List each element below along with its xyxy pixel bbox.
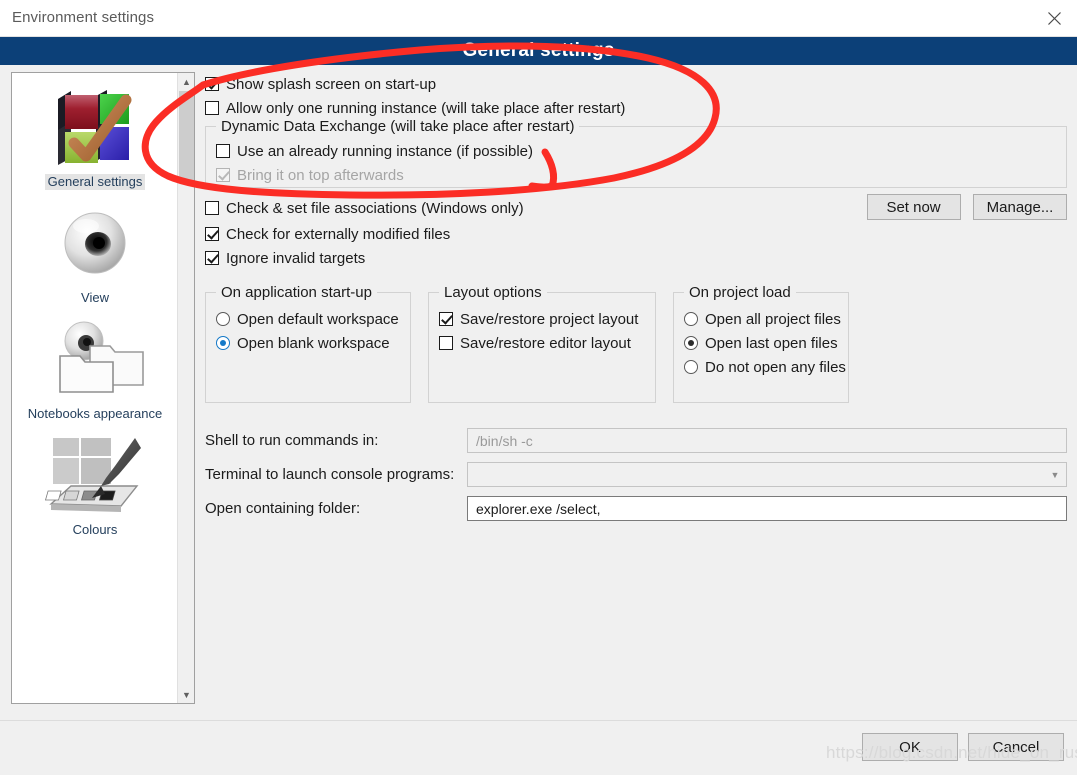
shell-command-input[interactable]: /bin/sh -c	[467, 428, 1067, 453]
radio-label: Do not open any files	[705, 358, 846, 376]
checkbox-save-restore-editor-layout[interactable]: Save/restore editor layout	[439, 331, 655, 355]
dialog-footer: OK Cancel	[0, 720, 1077, 775]
command-fields: Shell to run commands in: /bin/sh -c Ter…	[205, 428, 1067, 521]
checkbox-label: Check for externally modified files	[226, 225, 451, 243]
close-icon[interactable]	[1031, 0, 1077, 36]
option-groups: On application start-up Open default wor…	[205, 284, 1067, 403]
checkbox-box	[216, 168, 230, 182]
chevron-down-icon[interactable]: ▼	[178, 686, 194, 703]
radio-button[interactable]	[684, 312, 698, 326]
checkbox-label: Ignore invalid targets	[226, 249, 366, 267]
on-project-load-group: On project load Open all project files O…	[673, 284, 849, 403]
field-row-shell: Shell to run commands in: /bin/sh -c	[205, 428, 1067, 453]
radio-label: Open last open files	[705, 334, 838, 352]
checkbox-box[interactable]	[205, 227, 219, 241]
field-label: Terminal to launch console programs:	[205, 466, 455, 483]
group-title: Layout options	[439, 284, 547, 301]
checkbox-show-splash-screen[interactable]: Show splash screen on start-up	[205, 72, 1067, 96]
layout-options-group: Layout options Save/restore project layo…	[428, 284, 656, 403]
dialog-body: General settings View Notebooks appearan…	[0, 65, 1077, 720]
checkbox-check-externally-modified[interactable]: Check for externally modified files	[205, 222, 1067, 246]
sidebar-item-label: Colours	[72, 522, 118, 537]
radio-open-last-open-files[interactable]: Open last open files	[684, 331, 848, 355]
radio-button[interactable]	[216, 336, 230, 350]
paint-palette-brush-icon	[12, 429, 178, 521]
checkbox-label: Check & set file associations (Windows o…	[226, 199, 524, 217]
folders-eye-icon	[12, 313, 178, 405]
sidebar-item-label: General settings	[44, 174, 146, 190]
field-label: Shell to run commands in:	[205, 432, 379, 449]
checkbox-box[interactable]	[205, 77, 219, 91]
file-association-buttons: Set now Manage...	[859, 194, 1067, 220]
checkbox-label: Show splash screen on start-up	[226, 75, 437, 93]
checkbox-use-running-instance[interactable]: Use an already running instance (if poss…	[216, 139, 1066, 163]
checkbox-save-restore-project-layout[interactable]: Save/restore project layout	[439, 307, 655, 331]
on-application-startup-group: On application start-up Open default wor…	[205, 284, 411, 403]
checkbox-label: Save/restore project layout	[460, 310, 639, 328]
field-row-terminal: Terminal to launch console programs: ▼	[205, 462, 1067, 487]
file-associations-row: Check & set file associations (Windows o…	[205, 194, 1067, 222]
radio-button[interactable]	[216, 312, 230, 326]
radio-do-not-open-any-files[interactable]: Do not open any files	[684, 355, 848, 379]
checkbox-label: Bring it on top afterwards	[237, 166, 404, 184]
page-title: General settings	[462, 40, 615, 61]
checkbox-label: Save/restore editor layout	[460, 334, 631, 352]
radio-label: Open all project files	[705, 310, 841, 328]
checkbox-box[interactable]	[216, 144, 230, 158]
terminal-combo-input[interactable]: ▼	[467, 462, 1067, 487]
checkbox-label: Use an already running instance (if poss…	[237, 142, 533, 160]
chevron-down-icon[interactable]: ▼	[1044, 463, 1066, 486]
checkbox-bring-on-top: Bring it on top afterwards	[216, 163, 1066, 187]
group-title: On application start-up	[216, 284, 377, 301]
sidebar-item-general-settings[interactable]: General settings	[12, 81, 178, 191]
open-containing-folder-input[interactable]: explorer.exe /select,	[467, 496, 1067, 521]
general-settings-panel: Show splash screen on start-up Allow onl…	[205, 72, 1067, 530]
page-header-bar: General settings	[0, 37, 1077, 65]
set-now-button[interactable]: Set now	[866, 194, 961, 220]
group-title: On project load	[684, 284, 796, 301]
sidebar-item-label: View	[81, 290, 109, 305]
radio-label: Open default workspace	[237, 310, 399, 328]
window-titlebar: Environment settings	[0, 0, 1077, 37]
sidebar-scrollbar[interactable]: ▲ ▼	[177, 73, 194, 703]
checkbox-box[interactable]	[439, 336, 453, 350]
chevron-up-icon[interactable]: ▲	[178, 73, 194, 90]
radio-open-blank-workspace[interactable]: Open blank workspace	[216, 331, 410, 355]
group-title: Dynamic Data Exchange (will take place a…	[216, 118, 580, 135]
manage-button[interactable]: Manage...	[973, 194, 1067, 220]
dynamic-data-exchange-group: Dynamic Data Exchange (will take place a…	[205, 118, 1067, 188]
radio-button[interactable]	[684, 336, 698, 350]
radio-label: Open blank workspace	[237, 334, 390, 352]
checkbox-box[interactable]	[205, 251, 219, 265]
radio-open-all-project-files[interactable]: Open all project files	[684, 307, 848, 331]
field-label: Open containing folder:	[205, 500, 361, 517]
sidebar-item-label: Notebooks appearance	[27, 406, 163, 421]
field-row-open-folder: Open containing folder: explorer.exe /se…	[205, 496, 1067, 521]
sidebar-item-colours[interactable]: Colours	[12, 429, 178, 539]
checkbox-box[interactable]	[205, 101, 219, 115]
radio-button[interactable]	[684, 360, 698, 374]
sidebar-item-view[interactable]: View	[12, 197, 178, 307]
settings-category-items: General settings View Notebooks appearan…	[12, 73, 178, 545]
ok-button[interactable]: OK	[862, 733, 958, 761]
sidebar-item-notebooks-appearance[interactable]: Notebooks appearance	[12, 313, 178, 423]
window-title: Environment settings	[12, 9, 155, 26]
eye-icon	[12, 197, 178, 289]
checkbox-ignore-invalid-targets[interactable]: Ignore invalid targets	[205, 246, 1067, 270]
settings-category-list[interactable]: General settings View Notebooks appearan…	[11, 72, 195, 704]
checkbox-allow-one-instance[interactable]: Allow only one running instance (will ta…	[205, 96, 1067, 120]
checkbox-box[interactable]	[205, 201, 219, 215]
scrollbar-thumb[interactable]	[179, 91, 194, 181]
checkbox-label: Allow only one running instance (will ta…	[226, 99, 626, 117]
radio-open-default-workspace[interactable]: Open default workspace	[216, 307, 410, 331]
environment-settings-dialog: Environment settings General settings Ge…	[0, 0, 1077, 775]
cancel-button[interactable]: Cancel	[968, 733, 1064, 761]
checkbox-box[interactable]	[439, 312, 453, 326]
coloured-cubes-check-icon	[12, 81, 178, 173]
